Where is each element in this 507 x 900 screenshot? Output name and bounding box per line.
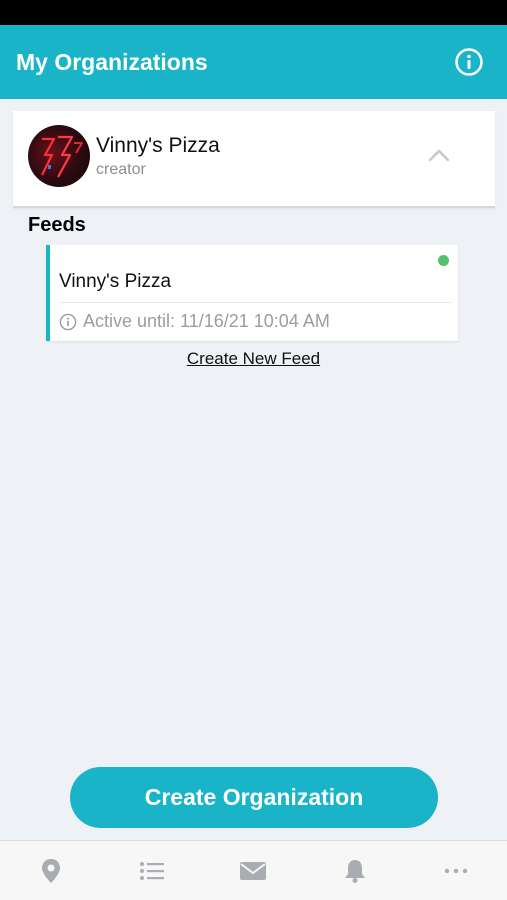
create-new-feed-link[interactable]: Create New Feed bbox=[0, 349, 507, 369]
tab-map[interactable] bbox=[21, 841, 81, 900]
feed-name: Vinny's Pizza bbox=[59, 271, 172, 292]
list-icon bbox=[140, 861, 165, 880]
active-status-dot bbox=[438, 255, 449, 266]
info-icon bbox=[455, 48, 483, 76]
feeds-heading: Feeds bbox=[28, 214, 86, 236]
neon-sign-avatar bbox=[41, 135, 83, 178]
map-pin-icon bbox=[41, 858, 60, 883]
chevron-up-icon[interactable] bbox=[427, 145, 451, 165]
mail-icon bbox=[240, 861, 267, 880]
organization-avatar bbox=[28, 125, 90, 187]
tab-list[interactable] bbox=[122, 841, 182, 900]
status-bar bbox=[0, 0, 507, 25]
organization-role: creator bbox=[96, 161, 146, 178]
more-icon bbox=[445, 868, 468, 873]
app-header: My Organizations bbox=[0, 25, 507, 99]
create-organization-button[interactable]: Create Organization bbox=[70, 767, 438, 828]
feed-status: Active until: 11/16/21 10:04 AM bbox=[59, 311, 330, 332]
tab-notifications[interactable] bbox=[325, 841, 385, 900]
tab-more[interactable] bbox=[426, 841, 486, 900]
info-button[interactable] bbox=[454, 47, 484, 77]
page-title: My Organizations bbox=[16, 48, 208, 75]
feed-active-until: Active until: 11/16/21 10:04 AM bbox=[83, 311, 330, 331]
tab-messages[interactable] bbox=[223, 841, 283, 900]
organization-name: Vinny's Pizza bbox=[96, 134, 220, 157]
organization-card[interactable]: Vinny's Pizza creator bbox=[13, 111, 495, 208]
tab-bar bbox=[0, 840, 507, 900]
feed-divider bbox=[59, 302, 451, 303]
feed-card[interactable]: Vinny's Pizza Active until: 11/16/21 10:… bbox=[46, 245, 458, 341]
bell-icon bbox=[344, 859, 365, 883]
info-icon bbox=[59, 313, 77, 330]
